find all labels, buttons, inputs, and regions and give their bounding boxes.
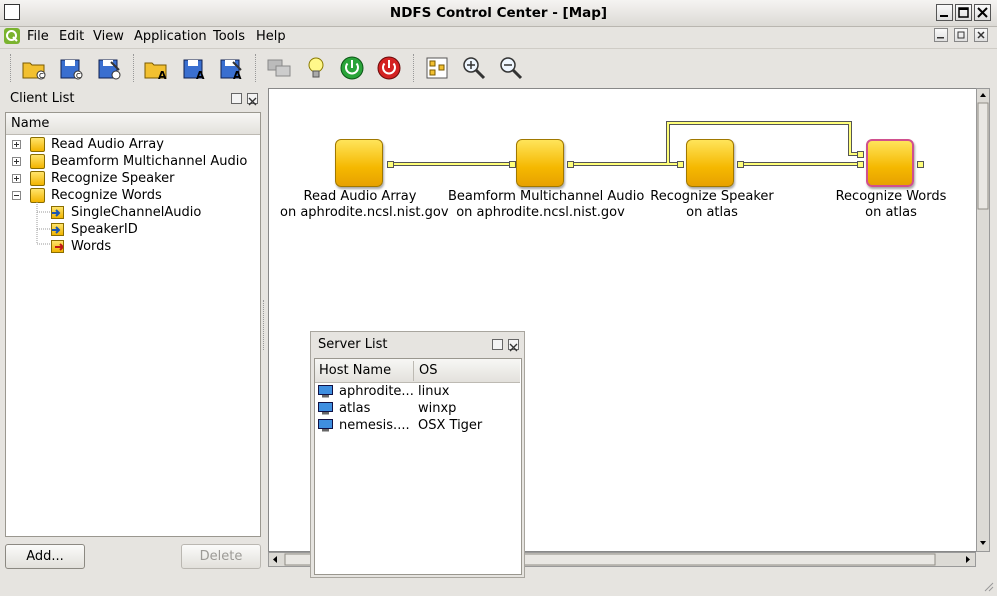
output-port[interactable] (917, 161, 924, 168)
power-on-icon[interactable] (338, 54, 366, 82)
svg-text:A: A (233, 69, 242, 82)
tree-child-singlechannelaudio[interactable]: SingleChannelAudio (71, 205, 201, 220)
lightbulb-icon[interactable] (302, 54, 330, 82)
maximize-button[interactable] (955, 4, 972, 21)
client-list-float-button[interactable] (231, 93, 242, 104)
server-list-title: Server List (318, 337, 388, 352)
vertical-scrollbar[interactable] (976, 88, 990, 552)
server-os[interactable]: OSX Tiger (418, 418, 482, 433)
server-host-name[interactable]: aphrodite... (339, 384, 414, 399)
server-os[interactable]: linux (418, 384, 449, 399)
output-port[interactable] (567, 161, 574, 168)
server-list-float-button[interactable] (492, 339, 503, 350)
client-list-close-button[interactable] (247, 93, 258, 106)
app-logo-icon (4, 28, 20, 44)
input-port[interactable] (509, 161, 516, 168)
map-node-read-audio-array[interactable] (335, 139, 383, 187)
output-port[interactable] (737, 161, 744, 168)
zoom-in-icon[interactable] (460, 54, 488, 82)
expand-icon[interactable] (12, 157, 21, 166)
svg-text:A: A (158, 69, 167, 82)
zoom-out-icon[interactable] (497, 54, 525, 82)
tree-child-speakerid[interactable]: SpeakerID (71, 222, 138, 237)
save-as-icon[interactable] (95, 54, 123, 82)
expand-icon[interactable] (12, 140, 21, 149)
connect-icon[interactable] (265, 54, 293, 82)
server-os[interactable]: winxp (418, 401, 456, 416)
window-title: NDFS Control Center - [Map] (389, 5, 608, 21)
client-node-icon (30, 137, 45, 152)
menu-help[interactable]: Help (256, 29, 286, 44)
open-app-icon[interactable]: A (142, 54, 170, 82)
map-node-beamform[interactable] (516, 139, 564, 187)
mdi-minimize-button[interactable] (934, 28, 948, 42)
mdi-restore-button[interactable] (954, 28, 968, 42)
input-port[interactable] (857, 151, 864, 158)
delete-button[interactable]: Delete (181, 544, 261, 569)
column-header-name: Name (11, 116, 50, 131)
menu-application[interactable]: Application (134, 29, 207, 44)
close-button[interactable] (974, 4, 991, 21)
map-node-label: Beamform Multichannel Audio on aphrodite.… (448, 189, 645, 220)
column-header-os[interactable]: OS (419, 363, 437, 378)
collapse-icon[interactable] (12, 191, 21, 200)
input-port[interactable] (677, 161, 684, 168)
input-port[interactable] (857, 161, 864, 168)
svg-text:A: A (196, 69, 205, 82)
output-port[interactable] (387, 161, 394, 168)
server-host-name[interactable]: nemesis.... (339, 418, 410, 433)
computer-icon (318, 402, 333, 415)
open-icon[interactable]: C (20, 54, 48, 82)
save-app-as-icon[interactable]: A (217, 54, 245, 82)
map-node-recognize-words[interactable] (866, 139, 914, 187)
expand-icon[interactable] (12, 174, 21, 183)
toolbar-grip (10, 54, 13, 82)
toolbar-separator (255, 54, 258, 82)
computer-icon (318, 385, 333, 398)
map-node-label: Recognize Words on atlas (835, 189, 947, 220)
client-node-icon (30, 188, 45, 203)
resize-grip-icon[interactable] (982, 580, 994, 592)
map-node-label: Recognize Speaker on atlas (650, 189, 774, 220)
column-header-host-name[interactable]: Host Name (319, 363, 391, 378)
add-button[interactable]: Add... (5, 544, 85, 569)
tree-item-read-audio-array[interactable]: Read Audio Array (51, 137, 164, 152)
column-divider[interactable] (413, 361, 414, 381)
minimize-button[interactable] (936, 4, 953, 21)
computer-icon (318, 419, 333, 432)
tree-item-recognize-speaker[interactable]: Recognize Speaker (51, 171, 174, 186)
menu-view[interactable]: View (93, 29, 124, 44)
map-node-label: Read Audio Array on aphrodite.ncsl.nist.g… (280, 189, 449, 220)
power-off-icon[interactable] (375, 54, 403, 82)
tree-item-beamform[interactable]: Beamform Multichannel Audio (51, 154, 247, 169)
toolbar-separator (413, 54, 416, 82)
toolbar-separator (133, 54, 136, 82)
input-port-icon (51, 223, 64, 236)
menu-tools[interactable]: Tools (213, 29, 245, 44)
svg-text:C: C (76, 72, 81, 80)
layout-icon[interactable] (423, 54, 451, 82)
save-icon[interactable]: C (57, 54, 85, 82)
client-node-icon (30, 154, 45, 169)
splitter-handle[interactable] (263, 300, 266, 350)
svg-text:C: C (39, 72, 44, 80)
tree-child-words[interactable]: Words (71, 239, 111, 254)
output-port-icon (51, 240, 65, 253)
server-list-close-button[interactable] (508, 339, 519, 352)
server-host-name[interactable]: atlas (339, 401, 370, 416)
map-node-recognize-speaker[interactable] (686, 139, 734, 187)
client-node-icon (30, 171, 45, 186)
tree-item-recognize-words[interactable]: Recognize Words (51, 188, 162, 203)
mdi-close-button[interactable] (974, 28, 988, 42)
menu-file[interactable]: File (27, 29, 49, 44)
menu-edit[interactable]: Edit (59, 29, 84, 44)
input-port-icon (51, 206, 64, 219)
save-app-icon[interactable]: A (180, 54, 208, 82)
client-list-title: Client List (10, 91, 75, 106)
